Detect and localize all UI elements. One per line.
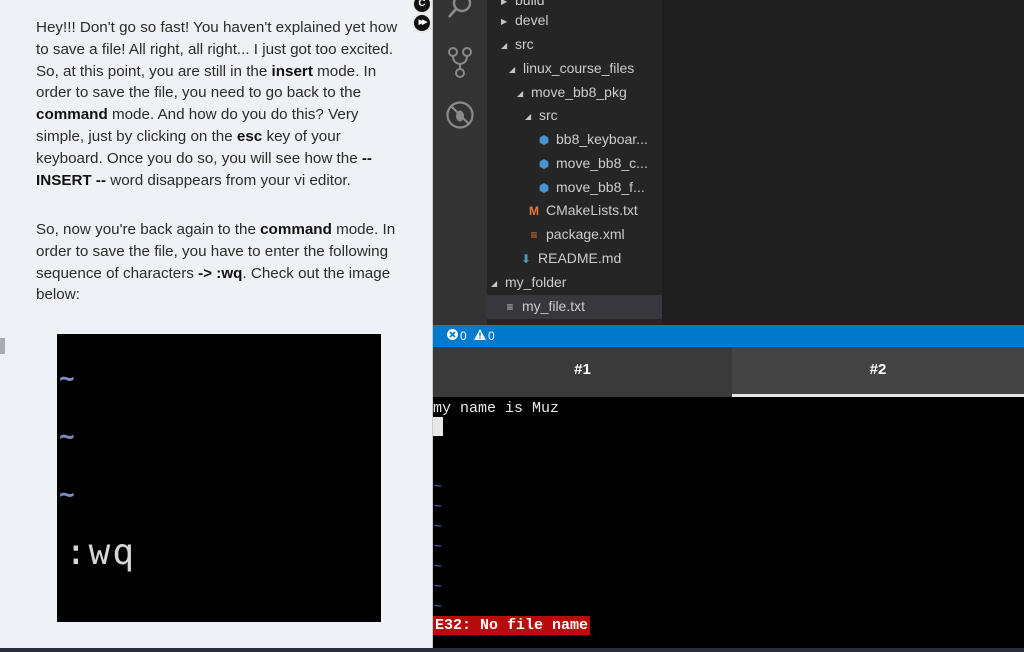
collapsed-arrow-icon[interactable]: ▶ (501, 10, 515, 32)
warning-count-label: 0 (488, 329, 495, 343)
empty-line-tilde: ~ (434, 519, 442, 534)
markdown-file-icon: ⬇ (520, 252, 532, 266)
expanded-arrow-icon[interactable]: ◢ (525, 105, 539, 127)
tilde-line: ~ (59, 422, 75, 452)
tree-folder[interactable]: ◢ linux_course_files (509, 57, 662, 80)
expanded-arrow-icon[interactable]: ◢ (501, 34, 515, 56)
tree-item-label: src (515, 36, 534, 52)
tree-folder[interactable]: ◢ src (525, 104, 662, 127)
error-count[interactable]: 0 (447, 325, 467, 347)
tree-file[interactable]: ⬢ move_bb8_c... (535, 152, 662, 175)
terminal-tab-1[interactable]: #1 (433, 347, 732, 397)
tree-item-label: devel (515, 12, 549, 28)
bold-term: esc (236, 127, 263, 145)
tilde-line: ~ (59, 480, 75, 510)
cmake-file-icon: M (529, 204, 539, 218)
empty-line-tilde: ~ (434, 579, 442, 594)
tree-item-label: move_bb8_f... (556, 179, 645, 195)
vi-error-message: E32: No file name (433, 616, 591, 635)
source-control-icon[interactable] (445, 46, 475, 78)
tree-item-label: CMakeLists.txt (546, 202, 638, 218)
tree-item-label: package.xml (546, 226, 625, 242)
terminal-tab-bar: #1 #2 (433, 347, 1024, 397)
tree-item-label: move_bb8_pkg (531, 84, 627, 100)
bold-term: -> :wq (198, 264, 243, 282)
python-file-icon: ⬢ (538, 181, 550, 195)
rss-xml-file-icon: ≡ (530, 228, 538, 242)
file-explorer: ▶ build ▶ devel ◢ src ◢ linux_course_files ◢ move… (487, 0, 662, 325)
scroll-marker[interactable] (0, 338, 5, 354)
error-icon (447, 325, 458, 347)
terminal-vi-editor[interactable]: my name is Muz ~ ~ ~ ~ ~ ~ ~ E32: No file name (433, 397, 1024, 648)
tree-folder[interactable]: ▶ devel (501, 9, 662, 32)
bold-term: command (260, 221, 332, 238)
tree-item-label: README.md (538, 250, 622, 266)
tree-folder[interactable]: ◢ move_bb8_pkg (517, 81, 662, 104)
vi-screenshot-image: ~ ~ ~ :wq (57, 334, 381, 622)
search-icon[interactable] (445, 0, 475, 22)
tree-item-label: src (539, 107, 558, 123)
empty-line-tilde: ~ (434, 559, 442, 574)
error-count-label: 0 (460, 329, 467, 343)
python-file-icon: ⬢ (538, 133, 550, 147)
expanded-arrow-icon[interactable]: ◢ (517, 82, 531, 104)
tutorial-pane: Hey!!! Don't go so fast! You haven't exp… (0, 0, 433, 648)
bold-term: command (36, 106, 108, 124)
python-file-icon: ⬢ (538, 157, 550, 171)
tutorial-paragraph: So, now you're back again to the command… (36, 219, 401, 306)
tree-item-label: my_folder (505, 274, 567, 290)
tree-item-label: my_file.txt (522, 298, 586, 314)
tree-item-label: move_bb8_c... (556, 155, 648, 171)
editor-area (662, 0, 1024, 325)
empty-line-tilde: ~ (434, 499, 442, 514)
debug-icon[interactable] (445, 100, 475, 130)
expanded-arrow-icon[interactable]: ◢ (509, 58, 523, 80)
status-bar: 0 0 (433, 325, 1024, 347)
warning-count[interactable]: 0 (474, 325, 495, 347)
tree-file[interactable]: M CMakeLists.txt (525, 199, 662, 222)
vi-command-text: :wq (65, 532, 137, 573)
tree-item-label: build (515, 0, 545, 8)
activity-bar (433, 0, 487, 325)
tree-file[interactable]: ⬇ README.md (517, 247, 662, 270)
buffer-line: my name is Muz (433, 400, 560, 417)
tree-folder[interactable]: ◢ my_folder (491, 271, 662, 294)
tutorial-paragraph: Hey!!! Don't go so fast! You haven't exp… (36, 17, 401, 191)
terminal-tab-2[interactable]: #2 (732, 347, 1024, 397)
tree-file[interactable]: ⬢ bb8_keyboar... (535, 128, 662, 151)
tree-item-label: linux_course_files (523, 60, 635, 76)
text-file-icon: ≡ (506, 300, 514, 314)
text-cursor (433, 417, 443, 436)
empty-line-tilde: ~ (434, 599, 442, 614)
empty-line-tilde: ~ (434, 479, 442, 494)
tree-folder[interactable]: ◢ src (501, 33, 662, 56)
tilde-line: ~ (59, 364, 75, 394)
text-segment: So, now you're back again to the (36, 221, 261, 238)
expanded-arrow-icon[interactable]: ◢ (491, 272, 505, 294)
tree-file[interactable]: ≡ package.xml (525, 223, 662, 246)
text-segment: word disappears from your vi editor. (106, 171, 351, 189)
tree-item-label: bb8_keyboar... (556, 131, 648, 147)
bottom-border (0, 648, 1024, 652)
empty-line-tilde: ~ (434, 539, 442, 554)
tree-file[interactable]: ≡ my_file.txt (501, 295, 662, 318)
bold-term: insert (271, 62, 313, 80)
tree-file[interactable]: ⬢ move_bb8_f... (535, 176, 662, 199)
fast-forward-button[interactable]: ▶▶ (412, 13, 432, 33)
warning-icon (474, 325, 487, 347)
